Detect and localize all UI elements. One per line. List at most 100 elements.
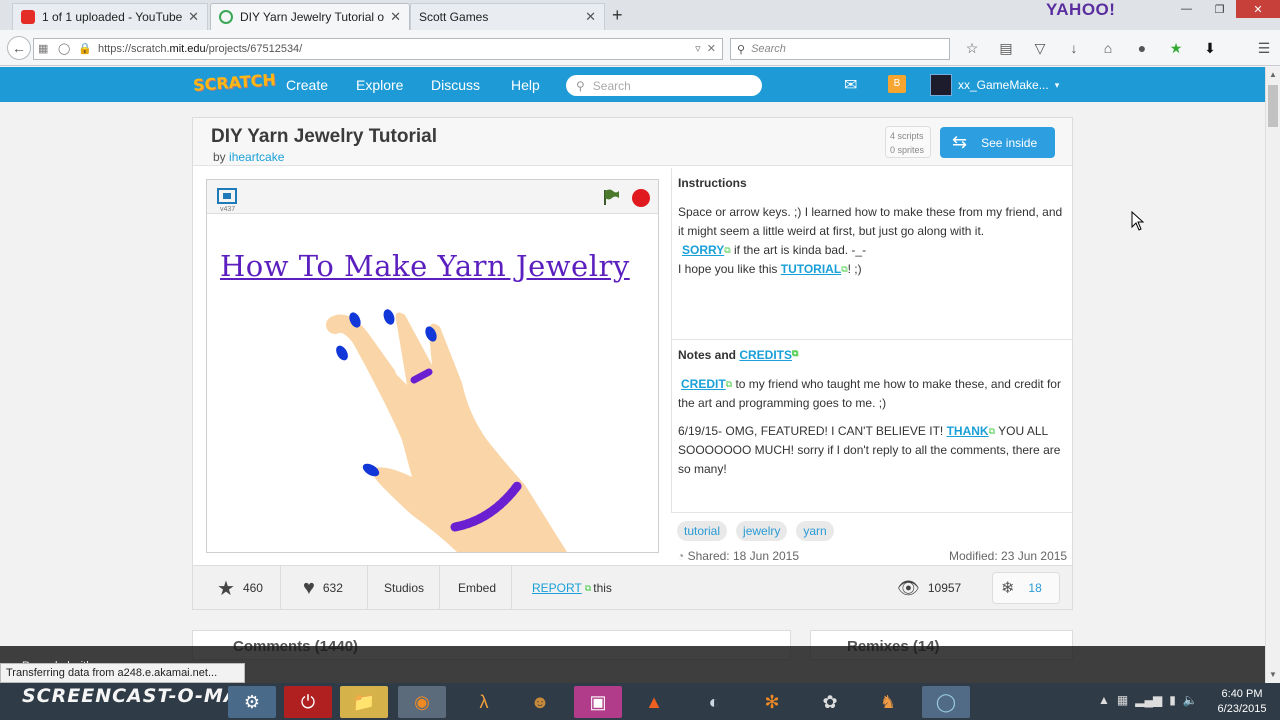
favorite-button[interactable]: ★ 460	[193, 566, 281, 610]
my-stuff-icon[interactable]: B	[888, 75, 906, 93]
nav-discuss[interactable]: Discuss	[431, 77, 480, 93]
tray-battery-icon[interactable]: ▮	[1169, 693, 1176, 707]
stop-icon[interactable]	[632, 189, 650, 207]
taskbar-fire-icon[interactable]: ▲	[630, 686, 678, 718]
taskbar-game-icon[interactable]: ☻	[516, 686, 564, 718]
remixes-button[interactable]: ❄ 18	[992, 572, 1060, 604]
messages-icon[interactable]: ✉	[844, 75, 857, 95]
nail	[336, 345, 348, 361]
thank-link[interactable]: THANK	[947, 424, 989, 438]
scroll-thumb[interactable]	[1268, 85, 1278, 127]
download-icon[interactable]: ↓	[1062, 40, 1086, 57]
windows-taskbar: SCREENCAST-O-MATIC ⚙ ⏻ 📁 ◉ λ ☻ ▣ ▲ ◐ ✻ ✿…	[0, 683, 1280, 720]
window-close-icon[interactable]: ✕	[1236, 0, 1280, 18]
heart-icon: ♥	[303, 576, 315, 599]
nav-help[interactable]: Help	[511, 77, 540, 93]
fullscreen-icon[interactable]	[217, 188, 237, 204]
tag-tutorial[interactable]: tutorial	[677, 521, 728, 541]
tag-yarn[interactable]: yarn	[796, 521, 834, 541]
eye-icon: 👁	[897, 577, 920, 598]
tab-scratch-project[interactable]: DIY Yarn Jewelry Tutorial o... ✕	[210, 3, 410, 30]
author-link[interactable]: iheartcake	[229, 150, 284, 164]
external-link-icon: ⧉	[792, 348, 799, 358]
hand-illustration	[326, 309, 567, 552]
browser-status-line: Transferring data from a248.e.akamai.net…	[0, 663, 245, 683]
credit-link[interactable]: CREDIT	[681, 377, 726, 391]
tab-label: Scott Games	[419, 10, 489, 24]
close-tab-icon[interactable]: ✕	[390, 9, 401, 25]
bookmark-star-icon[interactable]: ☆	[960, 40, 984, 57]
tray-network-icon[interactable]: ▦	[1117, 693, 1128, 707]
tutorial-link[interactable]: TUTORIAL	[781, 262, 841, 276]
sorry-link[interactable]: SORRY	[682, 243, 724, 257]
shield-icon: ◯	[58, 43, 71, 55]
remix-arrows-icon: ⇆	[952, 132, 968, 152]
taskbar-app-icon[interactable]: ✿	[806, 686, 854, 718]
taskbar-blender-icon[interactable]: ✻	[748, 686, 796, 718]
taskbar-camera-icon[interactable]: ▣	[574, 686, 622, 718]
avatar	[930, 74, 952, 96]
instructions-text: Space or arrow keys. ;) I learned how to…	[678, 205, 1063, 276]
account-menu[interactable]: xx_GameMake... ▾	[930, 74, 1059, 96]
taskbar-explorer-icon[interactable]: 📁	[340, 686, 388, 718]
taskbar-halflife-icon[interactable]: λ	[460, 686, 508, 718]
page-scrollbar[interactable]: ▲ ▼	[1265, 67, 1280, 683]
project-title: DIY Yarn Jewelry Tutorial	[211, 126, 437, 147]
tray-signal-icon[interactable]: ▂▄▆	[1135, 693, 1162, 707]
credits-link[interactable]: CREDITS	[739, 348, 792, 362]
taskbar-game2-icon[interactable]: ♞	[864, 686, 912, 718]
nav-explore[interactable]: Explore	[356, 77, 403, 93]
close-tab-icon[interactable]: ✕	[188, 9, 199, 25]
scroll-up-icon[interactable]: ▲	[1269, 70, 1277, 79]
taskbar-clock[interactable]: 6:40 PM 6/23/2015	[1212, 687, 1272, 717]
taskbar-screencast-icon[interactable]: ◯	[922, 686, 970, 718]
pocket-icon[interactable]: ▽	[1028, 40, 1052, 57]
studios-button[interactable]: Studios	[368, 566, 440, 610]
love-button[interactable]: ♥ 632	[281, 566, 368, 610]
reading-list-icon[interactable]: ▤	[994, 40, 1018, 57]
star-icon: ★	[217, 577, 235, 600]
download-arrow-icon[interactable]: ⬇	[1198, 40, 1222, 57]
notes-paragraph-2: 6/19/15- OMG, FEATURED! I CAN'T BELIEVE …	[678, 424, 1061, 476]
home-icon[interactable]: ⌂	[1096, 40, 1120, 57]
clock-icon: ◔	[677, 549, 685, 563]
report-link[interactable]: REPORT	[532, 581, 582, 595]
lock-icon: 🔒	[78, 43, 92, 55]
arrow-left-icon: ←	[12, 40, 26, 56]
restore-icon[interactable]: ❐	[1203, 0, 1236, 18]
close-tab-icon[interactable]: ✕	[585, 9, 596, 25]
scratch-logo[interactable]: SCRATCH	[192, 70, 276, 95]
version-label: v437	[220, 206, 236, 213]
scratch-search-input[interactable]: ⚲ Search	[566, 75, 762, 96]
taskbar-settings-icon[interactable]: ⚙	[228, 686, 276, 718]
tab-scott-games[interactable]: Scott Games ✕	[410, 3, 605, 30]
dropdown-and-stop-icons[interactable]: ▿ ✕	[695, 42, 716, 55]
embed-button[interactable]: Embed	[440, 566, 512, 610]
system-tray: ▲ ▦ ▂▄▆ ▮ 🔈	[1098, 693, 1198, 707]
url-bar[interactable]: ▦ ◯ 🔒 https://scratch.mit.edu/projects/6…	[33, 38, 723, 60]
back-button[interactable]: ←	[7, 36, 31, 60]
instructions-heading: Instructions	[678, 176, 747, 190]
taskbar-power-icon[interactable]: ⏻	[284, 686, 332, 718]
browser-search-input[interactable]: ⚲ Search	[730, 38, 950, 60]
project-counts: 4 scripts 0 sprites	[885, 126, 931, 158]
tray-volume-icon[interactable]: 🔈	[1183, 693, 1198, 707]
extension-icon[interactable]: ★	[1164, 40, 1188, 57]
new-tab-button[interactable]: +	[612, 5, 623, 26]
minimize-icon[interactable]: —	[1170, 0, 1203, 18]
tag-jewelry[interactable]: jewelry	[736, 521, 788, 541]
scratch-header: SCRATCH Create Explore Discuss Help ⚲ Se…	[0, 67, 1265, 102]
taskbar-firefox-icon[interactable]: ◉	[398, 686, 446, 718]
tray-expand-icon[interactable]: ▲	[1098, 693, 1110, 707]
project-stage[interactable]: How To Make Yarn Jewelry	[207, 215, 658, 552]
taskbar-steam-icon[interactable]: ◐	[690, 686, 738, 718]
chat-icon[interactable]: ●	[1130, 40, 1154, 57]
nav-create[interactable]: Create	[286, 77, 328, 93]
menu-icon[interactable]: ☰	[1252, 40, 1276, 57]
scroll-down-icon[interactable]: ▼	[1269, 670, 1277, 679]
green-flag-icon[interactable]	[602, 188, 620, 206]
tab-label: DIY Yarn Jewelry Tutorial o...	[240, 10, 385, 24]
tab-youtube[interactable]: 1 of 1 uploaded - YouTube ✕	[12, 3, 208, 30]
report-button[interactable]: REPORT ⧉ this	[512, 566, 632, 610]
see-inside-button[interactable]: ⇆ See inside	[940, 127, 1055, 158]
